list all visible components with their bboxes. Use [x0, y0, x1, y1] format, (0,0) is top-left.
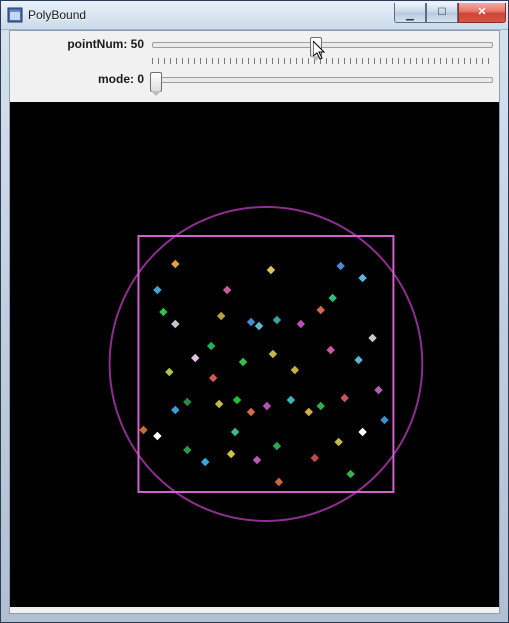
controls-panel: pointNum: 50 mode: 0 [10, 31, 499, 102]
slider-ticks [152, 58, 493, 64]
slider-thumb[interactable] [310, 37, 322, 57]
window-buttons: ▁ ☐ ✕ [394, 3, 506, 23]
titlebar[interactable]: PolyBound ▁ ☐ ✕ [1, 1, 508, 30]
close-icon: ✕ [477, 7, 486, 18]
slider-row-mode: mode: 0 [16, 70, 493, 88]
maximize-icon: ☐ [438, 8, 447, 18]
canvas-bg [10, 102, 499, 607]
close-button[interactable]: ✕ [458, 3, 506, 23]
window-title: PolyBound [28, 8, 86, 22]
minimize-icon: ▁ [406, 11, 414, 21]
minimize-button[interactable]: ▁ [394, 3, 426, 23]
mode-label: mode: 0 [16, 70, 152, 88]
slider-track[interactable] [152, 42, 493, 48]
client-area: pointNum: 50 mode: 0 [9, 30, 500, 614]
maximize-button[interactable]: ☐ [426, 3, 458, 23]
mode-slider[interactable] [152, 70, 493, 83]
slider-track[interactable] [152, 77, 493, 83]
canvas-viz [10, 102, 499, 607]
pointnum-label: pointNum: 50 [16, 35, 152, 53]
pointnum-slider[interactable] [152, 35, 493, 64]
slider-row-pointnum: pointNum: 50 [16, 35, 493, 64]
window-frame: PolyBound ▁ ☐ ✕ pointNum: 50 [0, 0, 509, 623]
slider-thumb[interactable] [150, 72, 162, 92]
app-icon [7, 7, 23, 23]
